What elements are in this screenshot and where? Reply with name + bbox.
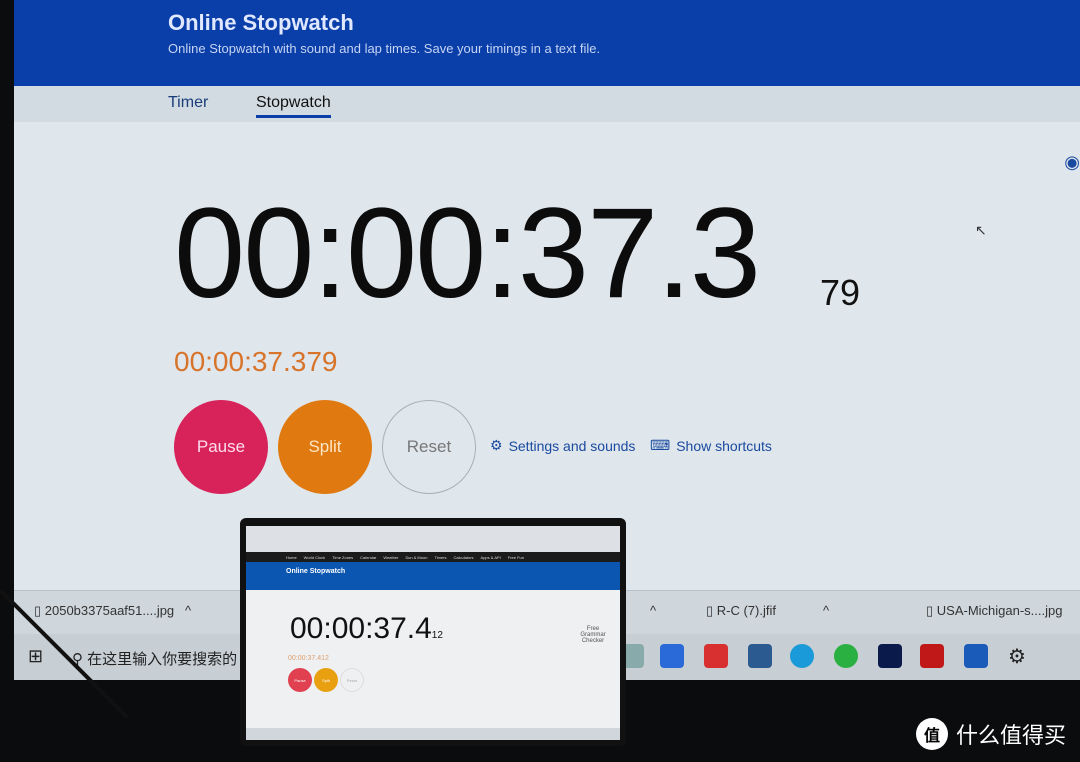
nav-item[interactable]: Apps & API — [481, 555, 501, 560]
taskbar-search[interactable]: ⚲ 在这里输入你要搜索的 — [72, 648, 237, 669]
ad-grammar-checker[interactable]: Free Grammar Checker — [576, 626, 610, 644]
page-title: Online Stopwatch — [168, 10, 354, 35]
stopwatch-ms: 79 — [820, 272, 861, 313]
laptop: Home World Clock Time Zones Calendar Weather… — [240, 518, 626, 746]
split-button[interactable]: Split — [278, 400, 372, 494]
tab-stopwatch[interactable]: Stopwatch — [256, 94, 331, 118]
edge-icon[interactable] — [790, 644, 814, 668]
word-icon[interactable] — [964, 644, 988, 668]
windows-start-icon[interactable]: ⊞ — [28, 646, 43, 667]
settings-gear-icon[interactable]: ⚙ — [1008, 644, 1026, 669]
download-name: 2050b3375aaf51....jpg — [44, 603, 175, 618]
settings-label: Settings and sounds — [508, 437, 636, 454]
settings-link[interactable]: ⚙ Settings and sounds — [490, 437, 635, 454]
nav-item[interactable]: Sun & Moon — [405, 555, 427, 560]
laptop-header: Online Stopwatch — [246, 562, 620, 590]
browser-chrome — [246, 526, 620, 552]
page-subtitle: Online Stopwatch with sound and lap time… — [168, 41, 601, 56]
pause-button[interactable]: Pause — [174, 400, 268, 494]
wechat-icon[interactable] — [834, 644, 858, 668]
nav-item[interactable]: World Clock — [304, 555, 326, 560]
tab-bar: Timer Stopwatch — [14, 86, 1080, 122]
laptop-lap: 00:00:37.412 — [288, 655, 329, 662]
keyboard-icon: ⌨ — [650, 437, 671, 453]
nav-item[interactable]: Home — [286, 555, 297, 560]
nav-item[interactable]: Free Fun — [508, 555, 524, 560]
watermark-logo: 值 — [915, 718, 948, 750]
nav-item[interactable]: Weather — [383, 555, 398, 560]
laptop-screen: Home World Clock Time Zones Calendar Weather… — [246, 526, 620, 740]
lap-time: 00:00:37.379 — [174, 346, 338, 377]
download-item[interactable]: ▯ USA-Michigan-s....jpg — [926, 603, 1062, 619]
hide-eye-icon[interactable]: ◉ — [1064, 152, 1080, 173]
laptop-nav: Home World Clock Time Zones Calendar Weather… — [246, 552, 620, 562]
watermark: 值什么值得买 — [915, 718, 1066, 750]
gear-icon: ⚙ — [490, 437, 503, 453]
laptop-ms: 12 — [431, 630, 443, 641]
download-name: R-C (7).jfif — [716, 603, 776, 618]
watermark-text: 什么值得买 — [955, 723, 1066, 748]
shortcuts-label: Show shortcuts — [676, 437, 772, 454]
search-placeholder: 在这里输入你要搜索的 — [87, 651, 238, 668]
app-icon[interactable] — [660, 644, 684, 668]
laptop-taskbar — [246, 728, 620, 740]
acrobat-icon[interactable] — [920, 644, 944, 668]
site-header: Online Stopwatch Online Stopwatch with s… — [14, 0, 1080, 86]
chevron-up-icon[interactable]: ^ — [650, 603, 656, 618]
laptop-main-time: 00:00:37.4 — [290, 612, 432, 645]
laptop-split-button[interactable]: Split — [314, 668, 338, 692]
nav-item[interactable]: Timers — [434, 555, 446, 560]
download-name: USA-Michigan-s....jpg — [936, 603, 1063, 618]
photoshop-icon[interactable] — [878, 644, 902, 668]
mouse-cursor-icon: ↖ — [975, 222, 987, 238]
reset-button[interactable]: Reset — [382, 400, 476, 494]
calculator-icon[interactable] — [748, 644, 772, 668]
laptop-reset-button[interactable]: Reset — [340, 668, 364, 692]
tab-timer[interactable]: Timer — [168, 94, 208, 112]
shortcuts-link[interactable]: ⌨ Show shortcuts — [650, 437, 772, 454]
nav-item[interactable]: Calculators — [454, 555, 474, 560]
laptop-pause-button[interactable]: Pause — [288, 668, 312, 692]
download-item[interactable]: ▯ 2050b3375aaf51....jpg ^ — [34, 603, 191, 619]
stopwatch-display: 00:00:37.3 — [174, 182, 761, 325]
download-item[interactable]: ▯ R-C (7).jfif ^ — [706, 603, 829, 619]
nav-item[interactable]: Calendar — [360, 555, 376, 560]
nav-item[interactable]: Time Zones — [332, 555, 353, 560]
laptop-display: 00:00:37.412 — [290, 612, 443, 646]
app-icon[interactable] — [704, 644, 728, 668]
